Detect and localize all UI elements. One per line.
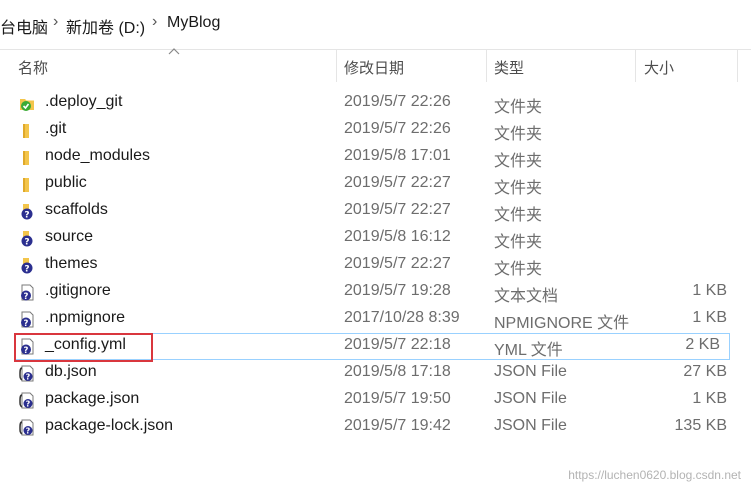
breadcrumb-separator-icon[interactable]: › (152, 13, 157, 31)
file-type: 文件夹 (494, 261, 543, 278)
file-name: scaffolds (45, 201, 108, 218)
folder-icon (19, 149, 35, 166)
file-name: package-lock.json (45, 417, 174, 434)
file-modified: 2019/5/7 22:26 (344, 120, 451, 137)
file-modified: 2019/5/7 19:42 (344, 417, 451, 434)
file-modified: 2017/10/28 8:39 (344, 309, 460, 326)
column-header: 名称 修改日期 类型 大小 (0, 50, 751, 82)
folder-icon (19, 176, 35, 193)
file-modified: 2019/5/7 22:27 (344, 255, 451, 272)
file-type: 文件夹 (494, 207, 543, 224)
breadcrumb-separator-icon[interactable]: › (53, 13, 58, 31)
file-modified: 2019/5/8 16:12 (344, 228, 451, 245)
file-name: db.json (45, 363, 97, 380)
breadcrumb-myblog[interactable]: MyBlog (167, 14, 220, 32)
file-modified: 2019/5/7 19:50 (344, 390, 451, 407)
svg-text:?: ? (24, 292, 29, 301)
file-row[interactable]: ? package.json 2019/5/7 19:50 JSON File … (0, 387, 751, 414)
file-row[interactable]: node_modules 2019/5/8 17:01 文件夹 (0, 144, 751, 171)
file-modified: 2019/5/7 22:27 (344, 174, 451, 191)
json-file-icon: ? (19, 392, 35, 409)
svg-text:?: ? (24, 238, 29, 248)
breadcrumb-this-pc[interactable]: 台电脑 (0, 14, 48, 38)
folder-icon (19, 122, 35, 139)
file-size: 2 KB (685, 336, 720, 353)
file-row[interactable]: ? .gitignore 2019/5/7 19:28 文本文档 1 KB (0, 279, 751, 306)
file-size: 1 KB (692, 282, 727, 299)
watermark: https://luchen0620.blog.csdn.net (568, 468, 741, 482)
file-row[interactable]: ? source 2019/5/8 16:12 文件夹 (0, 225, 751, 252)
file-modified: 2019/5/8 17:01 (344, 147, 451, 164)
file-size: 27 KB (683, 363, 727, 380)
column-header-name[interactable]: 名称 (18, 57, 48, 78)
file-modified: 2019/5/7 22:26 (344, 93, 451, 110)
column-divider[interactable] (737, 50, 738, 82)
file-name: public (45, 174, 87, 191)
folder-sync-icon (19, 95, 35, 112)
file-type: YML 文件 (494, 342, 563, 359)
file-row[interactable]: ? themes 2019/5/7 22:27 文件夹 (0, 252, 751, 279)
file-row[interactable]: .git 2019/5/7 22:26 文件夹 (0, 117, 751, 144)
file-modified: 2019/5/7 22:27 (344, 201, 451, 218)
file-type: JSON File (494, 417, 567, 434)
file-row[interactable]: ? db.json 2019/5/8 17:18 JSON File 27 KB (0, 360, 751, 387)
folder-unknown-icon: ? (19, 230, 35, 248)
column-header-type[interactable]: 类型 (494, 57, 524, 78)
file-name: node_modules (45, 147, 150, 164)
column-header-modified[interactable]: 修改日期 (344, 57, 404, 78)
file-modified: 2019/5/8 17:18 (344, 363, 451, 380)
file-name: package.json (45, 390, 140, 407)
file-row[interactable]: ? scaffolds 2019/5/7 22:27 文件夹 (0, 198, 751, 225)
file-type: JSON File (494, 390, 567, 407)
column-header-size[interactable]: 大小 (644, 57, 674, 78)
svg-text:?: ? (26, 400, 31, 409)
file-type: 文件夹 (494, 99, 543, 116)
file-type: NPMIGNORE 文件 (494, 315, 630, 332)
file-name: .gitignore (45, 282, 111, 299)
column-divider[interactable] (635, 50, 636, 82)
file-type: 文件夹 (494, 126, 543, 143)
svg-text:?: ? (24, 211, 29, 221)
svg-text:?: ? (26, 373, 31, 382)
file-type: 文件夹 (494, 234, 543, 251)
svg-text:?: ? (26, 427, 31, 436)
file-unknown-icon: ? (19, 284, 35, 302)
file-name: source (45, 228, 94, 245)
svg-text:?: ? (24, 265, 29, 275)
file-type: 文件夹 (494, 180, 543, 197)
file-modified: 2019/5/7 22:18 (344, 336, 451, 353)
json-file-icon: ? (19, 419, 35, 436)
file-type: 文本文档 (494, 288, 559, 305)
file-type: JSON File (494, 363, 567, 380)
file-row[interactable]: ? package-lock.json 2019/5/7 19:42 JSON … (0, 414, 751, 441)
json-file-icon: ? (19, 365, 35, 382)
svg-text:?: ? (24, 319, 29, 328)
column-divider[interactable] (336, 50, 337, 82)
file-modified: 2019/5/7 19:28 (344, 282, 451, 299)
file-name: .npmignore (45, 309, 126, 326)
file-unknown-icon: ? (19, 311, 35, 329)
file-name: .git (45, 120, 67, 137)
file-size: 135 KB (674, 417, 727, 434)
breadcrumb-drive-d[interactable]: 新加卷 (D:) (66, 14, 145, 38)
column-divider[interactable] (486, 50, 487, 82)
file-size: 1 KB (692, 390, 727, 407)
folder-unknown-icon: ? (19, 257, 35, 275)
file-row[interactable]: .deploy_git 2019/5/7 22:26 文件夹 (0, 90, 751, 117)
file-name: themes (45, 255, 98, 272)
file-name: .deploy_git (45, 93, 123, 110)
file-row[interactable]: ? .npmignore 2017/10/28 8:39 NPMIGNORE 文… (0, 306, 751, 333)
file-size: 1 KB (692, 309, 727, 326)
highlight-annotation-box (14, 333, 153, 362)
folder-unknown-icon: ? (19, 203, 35, 221)
address-bar[interactable]: 台电脑 › 新加卷 (D:) › MyBlog (0, 0, 751, 50)
file-type: 文件夹 (494, 153, 543, 170)
file-row[interactable]: public 2019/5/7 22:27 文件夹 (0, 171, 751, 198)
